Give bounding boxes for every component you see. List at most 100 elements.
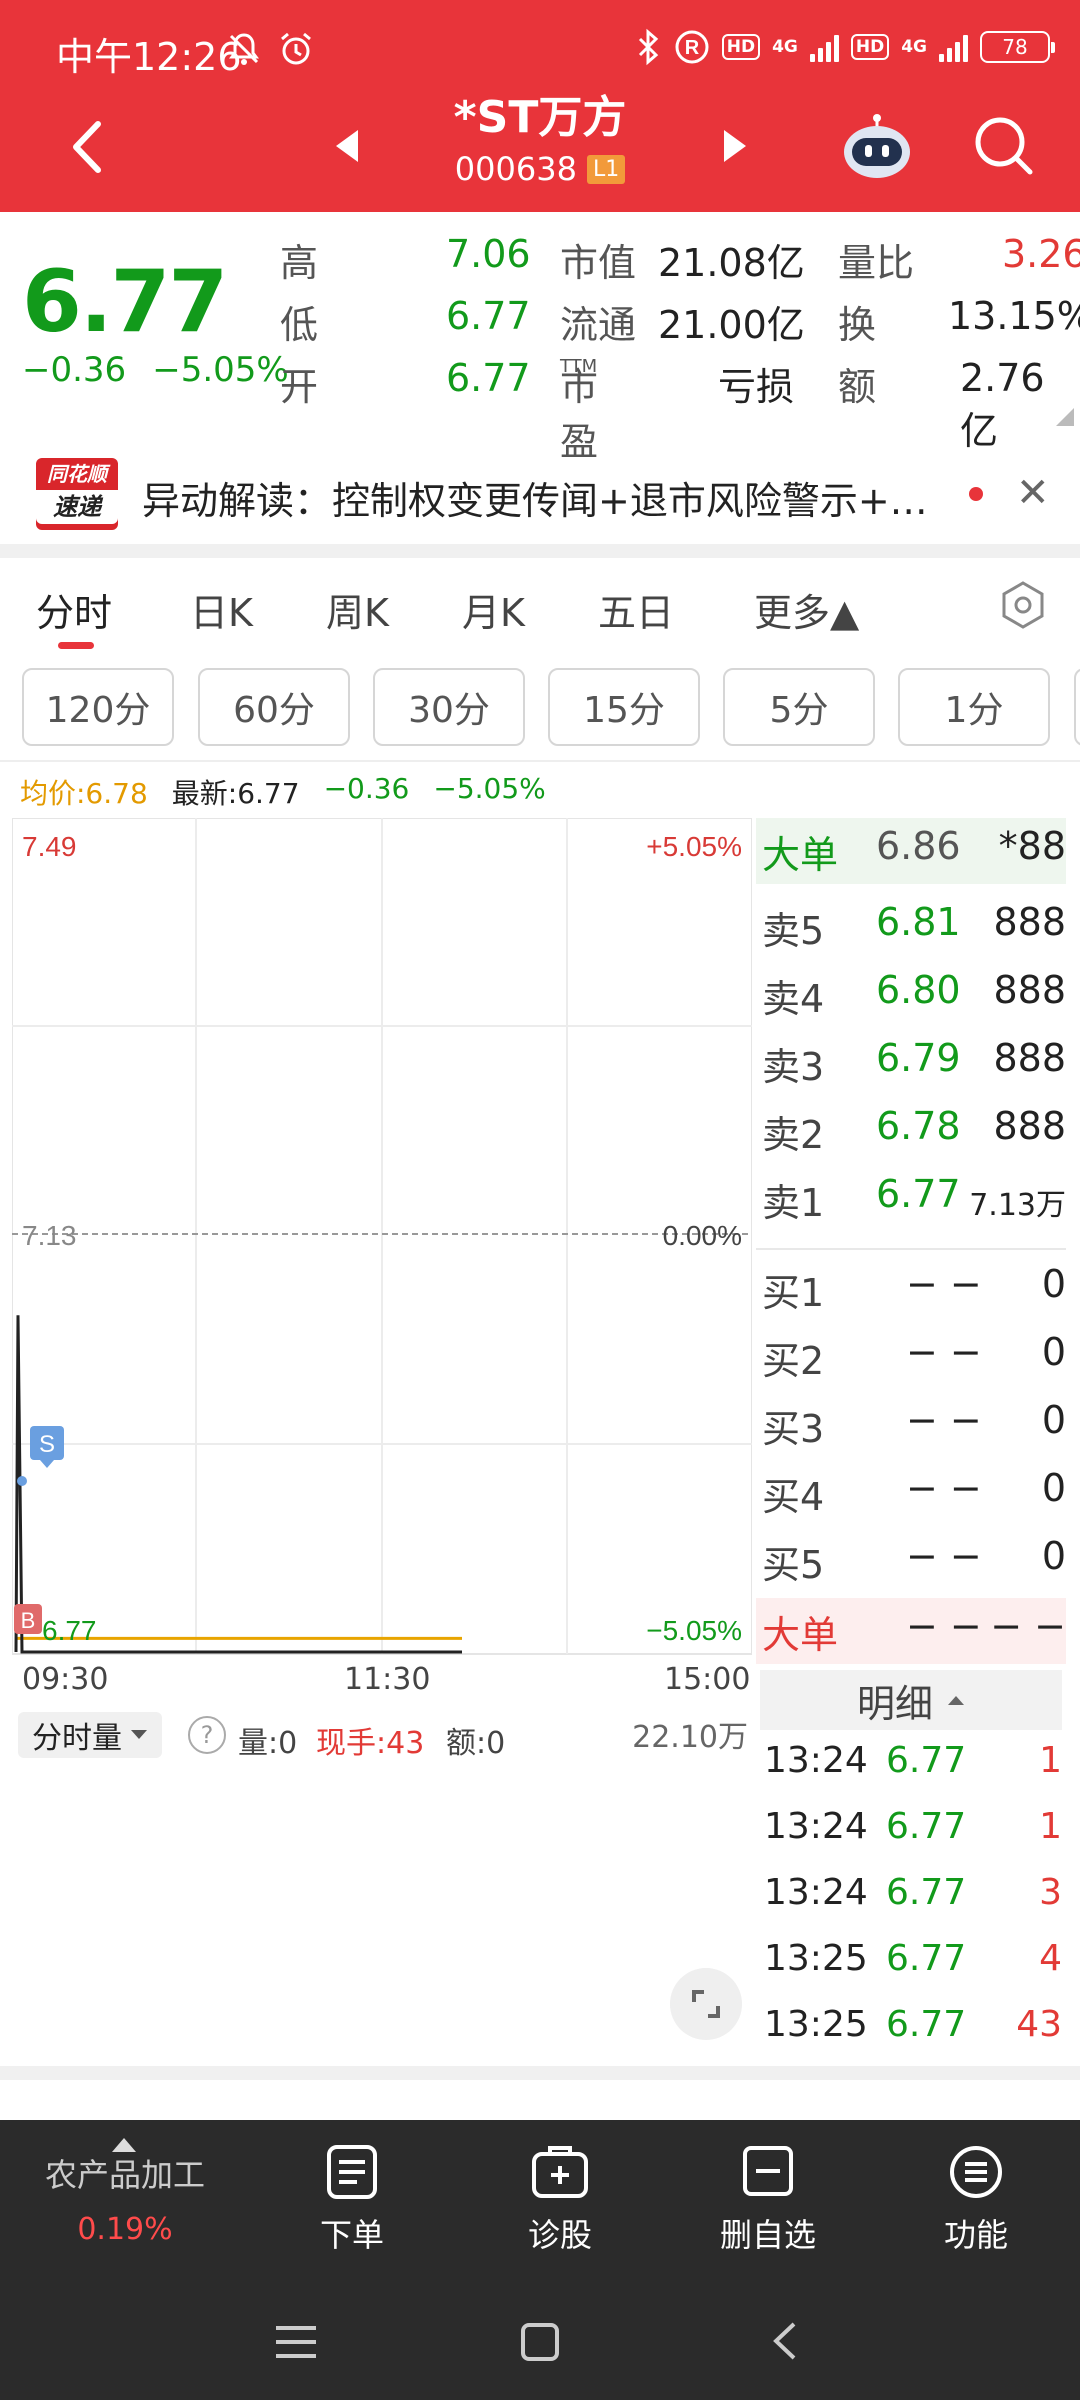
ask-label: 卖2 [762, 1113, 825, 1157]
tab-intraday[interactable]: 分时 [36, 582, 112, 637]
bid-row[interactable]: 买3 − − 0 [756, 1392, 1066, 1458]
help-icon[interactable]: ? [188, 1716, 226, 1754]
mcap-value: 21.08亿 [658, 241, 805, 285]
intraday-chart[interactable]: 7.49 +5.05% 7.13 0.00% 6.77 −5.05% S B [12, 818, 752, 1656]
bid-volume: 0 [1041, 1466, 1066, 1510]
ask-price: 6.78 [876, 1104, 961, 1148]
turnover-label: 换 [838, 303, 877, 347]
volume-selector[interactable]: 分时量 [18, 1712, 162, 1758]
bid-label: 买1 [762, 1271, 825, 1315]
bid-volume: 0 [1041, 1262, 1066, 1306]
latest-change-pct: −5.05% [433, 772, 546, 805]
price-change-pct: −5.05% [152, 350, 289, 390]
sector-button[interactable]: 农产品加工 0.19% [30, 2138, 220, 2247]
ask-label: 卖1 [762, 1181, 825, 1225]
search-icon[interactable] [970, 112, 1036, 178]
order-button[interactable]: 下单 [272, 2144, 432, 2256]
battery-level: 78 [1002, 35, 1028, 59]
trade-time: 13:24 [764, 1740, 868, 1781]
chart-info-line: 均价:6.78 最新:6.77 −0.36 −5.05% [20, 772, 546, 812]
period-120[interactable]: 120分 [22, 668, 174, 746]
quote-row-2: 低 6.77 流通 21.00亿 换 13.15% [280, 294, 1080, 354]
bid-row[interactable]: 买4 − − 0 [756, 1460, 1066, 1526]
price-chart-svg: 7.49 +5.05% 7.13 0.00% 6.77 −5.05% S B [12, 818, 752, 1655]
home-icon[interactable] [520, 2322, 560, 2362]
y-bottom-label: 6.77 [42, 1615, 97, 1646]
big-order-bottom[interactable]: 大单 − − − − [756, 1598, 1066, 1664]
network-type-2: 4G [901, 37, 927, 57]
back-arrow-icon[interactable] [58, 112, 118, 182]
tab-monthly-k[interactable]: 月K [462, 582, 525, 637]
low-label: 低 [280, 303, 319, 347]
next-stock-icon[interactable] [718, 124, 752, 168]
news-ticker[interactable]: 同花顺 速递 异动解读：控制权变更传闻+退市风险警示+… ✕ [0, 446, 1080, 542]
ask-row[interactable]: 卖5 6.81 888 [756, 894, 1066, 960]
news-close-button[interactable]: ✕ [1016, 470, 1050, 516]
ask-price: 6.81 [876, 900, 961, 944]
remove-watchlist-button[interactable]: 删自选 [688, 2144, 848, 2256]
menu-circle-icon [950, 2146, 1002, 2198]
bid-row[interactable]: 买2 − − 0 [756, 1324, 1066, 1390]
menu-icon[interactable] [274, 2322, 318, 2362]
trade-price: 6.77 [886, 2004, 967, 2045]
ask-label: 卖4 [762, 977, 825, 1021]
period-15[interactable]: 15分 [548, 668, 700, 746]
mcap-label: 市值 [560, 241, 637, 285]
float-label: 流通 [560, 303, 637, 347]
period-5[interactable]: 5分 [723, 668, 875, 746]
tab-more[interactable]: 更多▲ [754, 582, 859, 637]
period-next[interactable] [1074, 668, 1080, 746]
robot-assistant-icon[interactable] [840, 112, 914, 182]
ask-row[interactable]: 卖3 6.79 888 [756, 1030, 1066, 1096]
sell-marker-icon[interactable]: S [30, 1426, 64, 1468]
bid-row[interactable]: 买1 − − 0 [756, 1256, 1066, 1322]
price-line [14, 1315, 462, 1654]
diagnose-button[interactable]: 诊股 [480, 2144, 640, 2256]
period-1[interactable]: 1分 [898, 668, 1050, 746]
period-30[interactable]: 30分 [373, 668, 525, 746]
bid-row[interactable]: 买5 − − 0 [756, 1528, 1066, 1594]
remove-icon [743, 2146, 793, 2196]
news-logo: 同花顺 速递 [36, 458, 118, 530]
trade-row: 13:25 6.77 43 [760, 1996, 1062, 2062]
svg-text:S: S [39, 1431, 55, 1458]
current-price: 6.77 [22, 252, 228, 352]
svg-text:R: R [684, 37, 699, 59]
tab-five-day[interactable]: 五日 [598, 582, 674, 637]
trade-volume: 1 [1039, 1806, 1062, 1847]
low-value: 6.77 [446, 294, 531, 338]
trade-row: 13:25 6.77 4 [760, 1930, 1062, 1996]
ask-row[interactable]: 卖1 6.77 7.13万 [756, 1166, 1066, 1232]
prev-stock-icon[interactable] [330, 124, 364, 168]
bid-price: − − [906, 1330, 982, 1374]
expand-corner-icon[interactable] [1056, 408, 1074, 426]
buy-marker-icon[interactable]: B [14, 1604, 42, 1634]
tab-weekly-k[interactable]: 周K [326, 582, 389, 637]
quote-summary: 6.77 −0.36 −5.05% 高 7.06 市值 21.08亿 量比 3.… [0, 212, 1080, 464]
signal-icon-2 [939, 32, 968, 62]
latest-price: 最新:6.77 [171, 777, 300, 810]
detail-header[interactable]: 明细 [760, 1670, 1062, 1730]
news-headline[interactable]: 异动解读：控制权变更传闻+退市风险警示+… [142, 470, 957, 525]
amount-value: 2.76亿 [960, 356, 1045, 453]
bottom-toolbar: 农产品加工 0.19% 下单 诊股 删自选 功能 [0, 2120, 1080, 2280]
order-form-icon [327, 2145, 377, 2199]
bid-volume: 0 [1041, 1330, 1066, 1374]
sector-change: 0.19% [77, 2212, 173, 2247]
trade-volume: 43 [1016, 2004, 1062, 2045]
ask-row[interactable]: 卖4 6.80 888 [756, 962, 1066, 1028]
high-value: 7.06 [446, 232, 531, 276]
trade-price: 6.77 [886, 1872, 967, 1913]
quote-row-3: 开 6.77 市盈 TTM 亏损 额 2.76亿 [280, 356, 1080, 464]
big-order-top[interactable]: 大单 6.86 *88 [756, 818, 1066, 884]
tab-daily-k[interactable]: 日K [190, 582, 253, 637]
back-icon[interactable] [770, 2320, 800, 2362]
functions-button[interactable]: 功能 [896, 2144, 1056, 2256]
period-60[interactable]: 60分 [198, 668, 350, 746]
ask-row[interactable]: 卖2 6.78 888 [756, 1098, 1066, 1164]
fullscreen-icon[interactable] [670, 1968, 742, 2040]
volume-qty: 量:0 [238, 1726, 298, 1761]
pe-value: 亏损 [718, 365, 795, 409]
hexagon-settings-icon[interactable] [998, 580, 1048, 630]
sell-point [17, 1476, 27, 1486]
